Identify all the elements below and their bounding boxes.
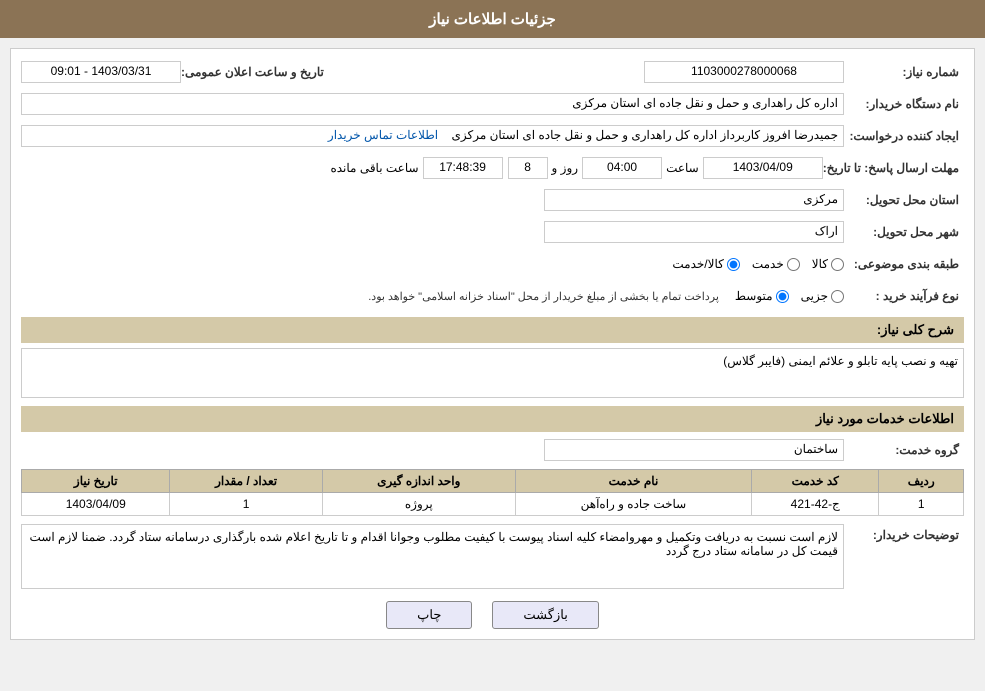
city-value: اراک [544,221,844,243]
response-day-label: روز و [548,161,583,175]
need-number-value: 1103000278000068 [644,61,844,83]
creator-value: جمیدرضا افروز کاربرداز اداره کل راهداری … [21,125,844,147]
province-value: مرکزی [544,189,844,211]
table-row: 1 ج-42-421 ساخت جاده و راه‌آهن پروژه 1 1… [22,493,964,516]
col-header-unit: واحد اندازه گیری [322,470,515,493]
buyer-notes-label: توضیحات خریدار: [844,524,964,542]
radio-motavaset[interactable]: متوسط [735,289,789,303]
contact-link[interactable]: اطلاعات تماس خریدار [328,128,438,142]
cell-name: ساخت جاده و راه‌آهن [515,493,751,516]
service-group-label: گروه خدمت: [844,443,964,457]
cell-qty: 1 [170,493,322,516]
cell-code: ج-42-421 [752,493,879,516]
date-value: 1403/03/31 - 09:01 [21,61,181,83]
page-header: جزئیات اطلاعات نیاز [0,0,985,38]
service-group-value: ساختمان [544,439,844,461]
col-header-code: کد خدمت [752,470,879,493]
process-type-label: نوع فرآیند خرید : [844,289,964,303]
buyer-org-value: اداره کل راهداری و حمل و نقل جاده ای است… [21,93,844,115]
buyer-org-label: نام دستگاه خریدار: [844,97,964,111]
radio-khadamat[interactable]: خدمت [752,257,800,271]
col-header-date: تاریخ نیاز [22,470,170,493]
cell-unit: پروژه [322,493,515,516]
need-description: تهیه و نصب پایه تابلو و علائم ایمنی (فای… [21,348,964,398]
cell-row: 1 [879,493,964,516]
creator-label: ایجاد کننده درخواست: [844,129,964,143]
response-days: 8 [508,157,548,179]
radio-kala[interactable]: کالا [812,257,844,271]
page-title: جزئیات اطلاعات نیاز [429,11,556,28]
cell-date: 1403/04/09 [22,493,170,516]
process-radio-group: جزیی متوسط پرداخت تمام یا بخشی از مبلغ خ… [364,289,844,303]
date-label: تاریخ و ساعت اعلان عمومی: [181,65,329,79]
back-button[interactable]: بازگشت [492,601,598,629]
province-label: استان محل تحویل: [844,193,964,207]
col-header-row: ردیف [879,470,964,493]
category-radio-group: کالا خدمت کالا/خدمت [672,257,844,271]
category-label: طبقه بندی موضوعی: [844,257,964,271]
buyer-notes: لازم است نسبت به دریافت وتکمیل و مهروامض… [21,524,844,589]
col-header-name: نام خدمت [515,470,751,493]
response-remaining-label: ساعت باقی مانده [326,161,422,175]
response-remaining: 17:48:39 [423,157,503,179]
need-number-label: شماره نیاز: [844,65,964,79]
process-note: پرداخت تمام یا بخشی از مبلغ خریدار از مح… [364,290,723,303]
radio-jozee[interactable]: جزیی [801,289,844,303]
print-button[interactable]: چاپ [386,601,472,629]
services-table: ردیف کد خدمت نام خدمت واحد اندازه گیری ت… [21,469,964,516]
need-description-section: شرح کلی نیاز: [21,317,964,343]
button-row: بازگشت چاپ [21,601,964,629]
response-date: 1403/04/09 [703,157,823,179]
radio-kala-khadamat[interactable]: کالا/خدمت [672,257,739,271]
col-header-qty: تعداد / مقدار [170,470,322,493]
response-time-label: ساعت [662,161,703,175]
response-time: 04:00 [582,157,662,179]
city-label: شهر محل تحویل: [844,225,964,239]
services-section-header: اطلاعات خدمات مورد نیاز [21,406,964,432]
response-date-label: مهلت ارسال پاسخ: تا تاریخ: [823,161,964,175]
